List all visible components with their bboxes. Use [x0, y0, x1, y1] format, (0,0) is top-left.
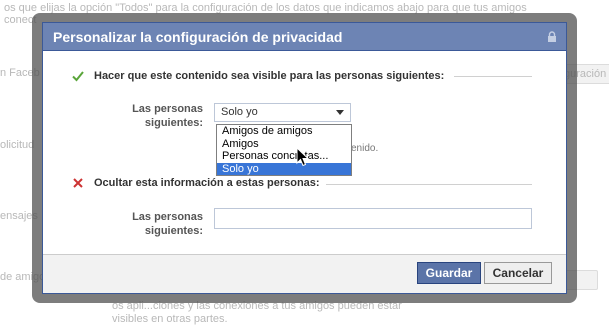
lock-icon — [548, 31, 556, 42]
select-hint-text: enido. — [351, 143, 379, 154]
background-text-visible: visibles en otras partes. — [112, 313, 228, 325]
check-icon — [72, 71, 84, 82]
save-button[interactable]: Guardar — [417, 262, 481, 284]
audience-select[interactable]: Solo yo — [214, 103, 351, 122]
hide-section-heading: Ocultar esta información a estas persona… — [94, 177, 320, 189]
mouse-pointer-icon — [296, 147, 310, 167]
cross-icon — [73, 178, 83, 188]
dialog-title: Personalizar la configuración de privaci… — [53, 29, 343, 45]
background-text-solicitud: olicitud — [0, 139, 35, 151]
chevron-down-icon — [336, 110, 344, 115]
dropdown-option-friends-of-friends[interactable]: Amigos de amigos — [217, 125, 351, 138]
dropdown-option-specific-people[interactable]: Personas concretas... — [217, 150, 351, 163]
visible-people-label: Las personas siguientes: — [132, 103, 203, 129]
section-divider — [454, 76, 532, 77]
cancel-button[interactable]: Cancelar — [484, 262, 552, 284]
visible-section-heading: Hacer que este contenido sea visible par… — [94, 70, 445, 82]
dropdown-option-only-me[interactable]: Solo yo — [217, 162, 351, 175]
dialog-footer: Guardar Cancelar — [43, 254, 566, 293]
hide-people-input[interactable] — [214, 208, 532, 229]
hide-people-label: Las personas siguientes: — [132, 211, 203, 237]
dropdown-option-friends[interactable]: Amigos — [217, 138, 351, 151]
audience-select-value: Solo yo — [221, 106, 258, 118]
dialog-header: Personalizar la configuración de privaci… — [43, 23, 566, 51]
section-divider-2 — [326, 184, 532, 185]
audience-dropdown: Amigos de amigos Amigos Personas concret… — [216, 124, 352, 176]
